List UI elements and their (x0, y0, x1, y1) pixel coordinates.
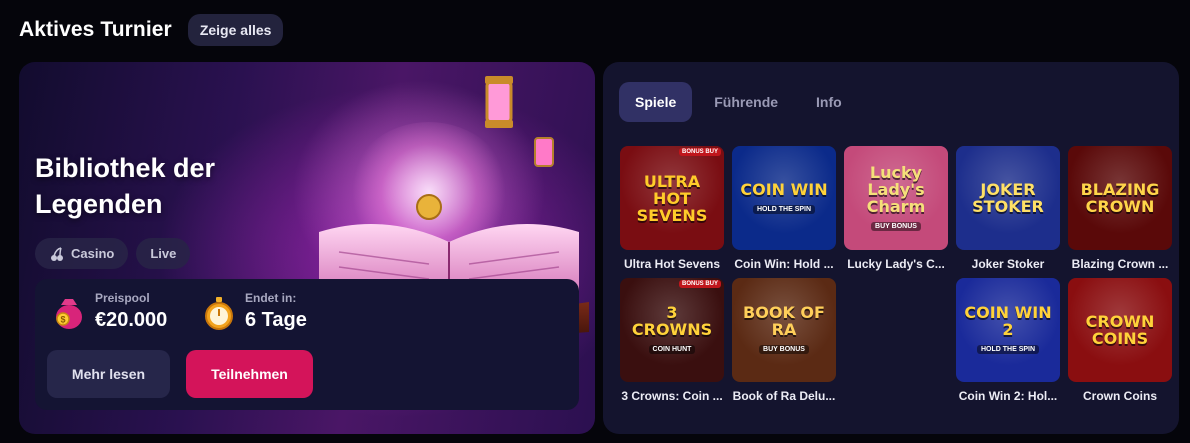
section-header: Aktives Turnier Zeige alles (19, 14, 284, 46)
game-thumbnail[interactable]: Lucky Lady's Charm BUY BONUS (844, 146, 948, 250)
game-thumbnail[interactable]: CROWN COINS (1068, 278, 1172, 382)
game-tile[interactable]: CROWN COINS Crown Coins (1068, 278, 1172, 403)
stopwatch-icon (205, 297, 233, 330)
games-panel: Spiele Führende Info ULTRA HOT SEVENS BON… (603, 62, 1179, 434)
game-logo-subtitle: COIN HUNT (648, 345, 696, 354)
game-name: Joker Stoker (971, 257, 1045, 271)
lantern-illustration (534, 137, 554, 167)
game-thumbnail[interactable]: ULTRA HOT SEVENS BONUS BUY (620, 146, 724, 250)
tag-label: Casino (71, 246, 115, 261)
game-name: 3 Crowns: Coin ... (621, 389, 723, 403)
game-logo: Lucky Lady's Charm (866, 162, 926, 216)
game-logo-subtitle: HOLD THE SPIN (752, 204, 816, 214)
tournament-tags: Casino Live (35, 238, 191, 269)
game-thumbnail[interactable]: BLAZING CROWN (1068, 146, 1172, 250)
game-tile[interactable]: BLAZING CROWN Blazing Crown ... (1068, 146, 1172, 271)
game-logo: 3 CROWNS (631, 303, 713, 339)
panel-tabs: Spiele Führende Info (619, 82, 858, 122)
game-logo-subtitle: BUY BONUS (759, 345, 809, 354)
game-logo-subtitle: BUY BONUS (871, 221, 921, 231)
game-tile[interactable]: BOOK OF RA BUY BONUS Book of Ra Delu... (732, 278, 836, 403)
tournament-info-panel: $ Preispool €20.000 Endet in: 6 Tage Meh… (35, 279, 579, 410)
game-logo: ULTRA HOT SEVENS (636, 171, 708, 225)
ends-in-stat: Endet in: 6 Tage (201, 291, 307, 333)
game-name: Crown Coins (1083, 389, 1157, 403)
game-tile[interactable]: COIN WIN 2 HOLD THE SPIN Coin Win 2: Hol..… (956, 278, 1060, 403)
game-logo: JOKER STOKER (972, 180, 1044, 216)
ends-in-value: 6 Tage (245, 309, 307, 331)
svg-text:$: $ (60, 315, 65, 325)
tab-leaders[interactable]: Führende (698, 82, 794, 122)
game-tile[interactable]: Lucky Lady's Charm BUY BONUS Lucky Lady's … (844, 146, 948, 271)
section-title: Aktives Turnier (19, 18, 172, 41)
game-tile[interactable]: 3 CROWNS COIN HUNT BONUS BUY 3 Crowns: Coin… (620, 278, 724, 403)
game-logo: BOOK OF RA (743, 303, 825, 339)
game-name: Book of Ra Delu... (732, 389, 836, 403)
game-logo-subtitle: HOLD THE SPIN (976, 345, 1040, 354)
game-tile[interactable]: JOKER STOKER Joker Stoker (956, 146, 1060, 271)
tab-info[interactable]: Info (800, 82, 858, 122)
tag-label: Live (150, 246, 177, 261)
prize-pool-label: Preispool (95, 291, 150, 305)
game-logo: BLAZING CROWN (1080, 180, 1160, 216)
game-name: Lucky Lady's C... (847, 257, 945, 271)
game-name: Blazing Crown ... (1071, 257, 1169, 271)
bonus-buy-badge: BONUS BUY (678, 148, 721, 156)
bonus-buy-badge: BONUS BUY (678, 280, 721, 288)
game-tile[interactable]: COIN WIN HOLD THE SPIN Coin Win: Hold ... (732, 146, 836, 271)
game-thumbnail[interactable]: 3 CROWNS COIN HUNT BONUS BUY (620, 278, 724, 382)
tab-games[interactable]: Spiele (619, 82, 693, 122)
game-thumbnail[interactable]: COIN WIN 2 HOLD THE SPIN (956, 278, 1060, 382)
tournament-title: Bibliothek der Legenden (35, 153, 216, 219)
ends-in-label: Endet in: (245, 291, 297, 305)
tag-live: Live (136, 238, 191, 269)
game-logo: COIN WIN 2 (964, 303, 1052, 339)
show-all-button[interactable]: Zeige alles (187, 14, 284, 46)
money-bag-icon: $ (56, 299, 82, 329)
game-logo: CROWN COINS (1085, 312, 1155, 348)
game-name: Coin Win 2: Hol... (958, 389, 1058, 403)
tag-casino: Casino (35, 238, 129, 269)
game-tile[interactable]: ULTRA HOT SEVENS BONUS BUY Ultra Hot Seven… (620, 146, 724, 271)
prize-pool-value: €20.000 (95, 309, 168, 331)
game-name: Ultra Hot Sevens (623, 257, 721, 271)
lantern-illustration (485, 76, 513, 128)
game-thumbnail[interactable]: JOKER STOKER (956, 146, 1060, 250)
read-more-button[interactable]: Mehr lesen (47, 350, 170, 398)
game-name: Coin Win: Hold ... (734, 257, 834, 271)
cherry-icon (49, 246, 65, 262)
game-logo: COIN WIN (740, 179, 828, 199)
game-thumbnail[interactable]: COIN WIN HOLD THE SPIN (732, 146, 836, 250)
prize-pool-stat: $ Preispool €20.000 (51, 291, 167, 333)
tournament-card[interactable]: Bibliothek der Legenden Casino Live $ Pr… (19, 62, 595, 434)
game-thumbnail[interactable]: BOOK OF RA BUY BONUS (732, 278, 836, 382)
join-button[interactable]: Teilnehmen (186, 350, 313, 398)
coin-illustration (416, 194, 442, 220)
